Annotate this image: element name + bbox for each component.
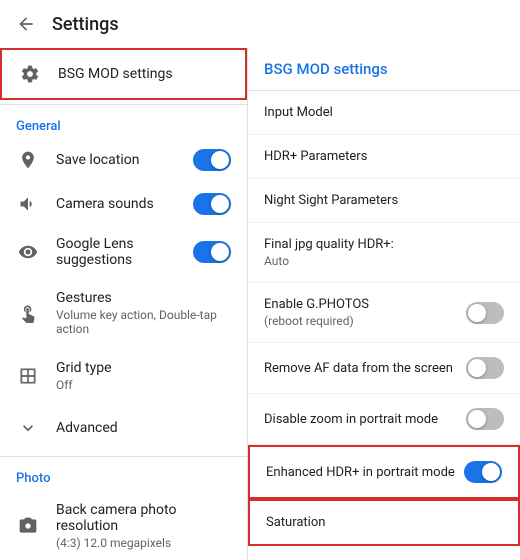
- sidebar-item-bsg-mod[interactable]: BSG MOD settings: [0, 48, 247, 100]
- right-item-jpg-quality[interactable]: Final jpg quality HDR+: Auto: [248, 223, 520, 283]
- google-lens-toggle[interactable]: [193, 241, 231, 263]
- enhanced-hdr-toggle[interactable]: [464, 461, 502, 483]
- right-item-night-sight[interactable]: Night Sight Parameters: [248, 179, 520, 223]
- photo-section-label: Photo: [0, 461, 247, 490]
- remove-af-label: Remove AF data from the screen: [264, 361, 453, 376]
- right-item-remove-af[interactable]: Remove AF data from the screen: [248, 343, 520, 394]
- toggle-knob: [482, 463, 500, 481]
- volume-icon: [16, 192, 40, 216]
- google-lens-label: Google Lens suggestions: [56, 236, 193, 268]
- left-panel: BSG MOD settings General Save location: [0, 48, 248, 560]
- divider-photo: [0, 456, 247, 457]
- gestures-label: Gestures: [56, 290, 231, 306]
- page-title: Settings: [52, 14, 119, 35]
- enable-gphotos-label: Enable G.PHOTOS: [264, 297, 369, 312]
- right-item-enable-gphotos[interactable]: Enable G.PHOTOS (reboot required): [248, 283, 520, 343]
- night-sight-label: Night Sight Parameters: [264, 193, 398, 208]
- header: Settings: [0, 0, 520, 48]
- save-location-content: Save location: [56, 152, 193, 168]
- grid-icon: [16, 364, 40, 388]
- toggle-knob: [211, 243, 229, 261]
- enable-gphotos-toggle[interactable]: [466, 302, 504, 324]
- chevron-down-icon: [16, 416, 40, 440]
- right-item-hdr-parameters[interactable]: HDR+ Parameters: [248, 135, 520, 179]
- sidebar-item-grid-type[interactable]: Grid type Off: [0, 348, 247, 404]
- camera-sounds-toggle[interactable]: [193, 193, 231, 215]
- grid-type-sublabel: Off: [56, 378, 112, 392]
- divider: [0, 104, 247, 105]
- hdr-parameters-label: HDR+ Parameters: [264, 149, 367, 164]
- bsg-mod-label: BSG MOD settings: [58, 66, 173, 82]
- sidebar-item-save-location[interactable]: Save location: [0, 138, 247, 182]
- save-location-toggle[interactable]: [193, 149, 231, 171]
- grid-type-content: Grid type Off: [56, 360, 112, 392]
- jpg-quality-label: Final jpg quality HDR+:: [264, 237, 394, 252]
- jpg-quality-sublabel: Auto: [264, 254, 394, 268]
- toggle-knob: [468, 410, 486, 428]
- back-camera-content: Back camera photo resolution (4:3) 12.0 …: [56, 502, 231, 550]
- enhanced-hdr-label: Enhanced HDR+ in portrait mode: [266, 465, 455, 480]
- general-section-label: General: [0, 109, 247, 138]
- lens-icon: [16, 240, 40, 264]
- gesture-icon: [16, 301, 40, 325]
- back-button[interactable]: [16, 14, 36, 34]
- back-camera-label: Back camera photo resolution: [56, 502, 231, 534]
- toggle-knob: [468, 304, 486, 322]
- sidebar-item-advanced[interactable]: Advanced: [0, 404, 247, 452]
- right-item-disable-zoom[interactable]: Disable zoom in portrait mode: [248, 394, 520, 445]
- sidebar-item-back-camera[interactable]: Back camera photo resolution (4:3) 12.0 …: [0, 490, 247, 560]
- disable-zoom-label: Disable zoom in portrait mode: [264, 412, 438, 427]
- settings-icon: [18, 62, 42, 86]
- sidebar-item-gestures[interactable]: Gestures Volume key action, Double-tap a…: [0, 278, 247, 348]
- location-icon: [16, 148, 40, 172]
- right-panel-title: BSG MOD settings: [248, 48, 520, 91]
- sidebar-item-camera-sounds[interactable]: Camera sounds: [0, 182, 247, 226]
- right-item-fix[interactable]: FIX: [248, 546, 520, 560]
- input-model-label: Input Model: [264, 105, 333, 120]
- toggle-knob: [468, 359, 486, 377]
- main-content: BSG MOD settings General Save location: [0, 48, 520, 560]
- toggle-knob: [211, 151, 229, 169]
- right-item-input-model[interactable]: Input Model: [248, 91, 520, 135]
- camera-icon: [16, 514, 40, 538]
- advanced-label: Advanced: [56, 420, 118, 436]
- saturation-label: Saturation: [266, 515, 325, 530]
- camera-sounds-content: Camera sounds: [56, 196, 193, 212]
- sidebar-item-google-lens[interactable]: Google Lens suggestions: [0, 226, 247, 278]
- right-item-saturation[interactable]: Saturation: [248, 499, 520, 546]
- remove-af-toggle[interactable]: [466, 357, 504, 379]
- right-panel: BSG MOD settings Input Model HDR+ Parame…: [248, 48, 520, 560]
- gestures-sublabel: Volume key action, Double-tap action: [56, 308, 231, 336]
- camera-sounds-label: Camera sounds: [56, 196, 193, 212]
- right-item-enhanced-hdr[interactable]: Enhanced HDR+ in portrait mode: [248, 445, 520, 499]
- disable-zoom-toggle[interactable]: [466, 408, 504, 430]
- toggle-knob: [211, 195, 229, 213]
- enable-gphotos-sublabel: (reboot required): [264, 314, 369, 328]
- gestures-content: Gestures Volume key action, Double-tap a…: [56, 290, 231, 336]
- back-camera-sublabel: (4:3) 12.0 megapixels: [56, 536, 231, 550]
- google-lens-content: Google Lens suggestions: [56, 236, 193, 268]
- save-location-label: Save location: [56, 152, 193, 168]
- grid-type-label: Grid type: [56, 360, 112, 376]
